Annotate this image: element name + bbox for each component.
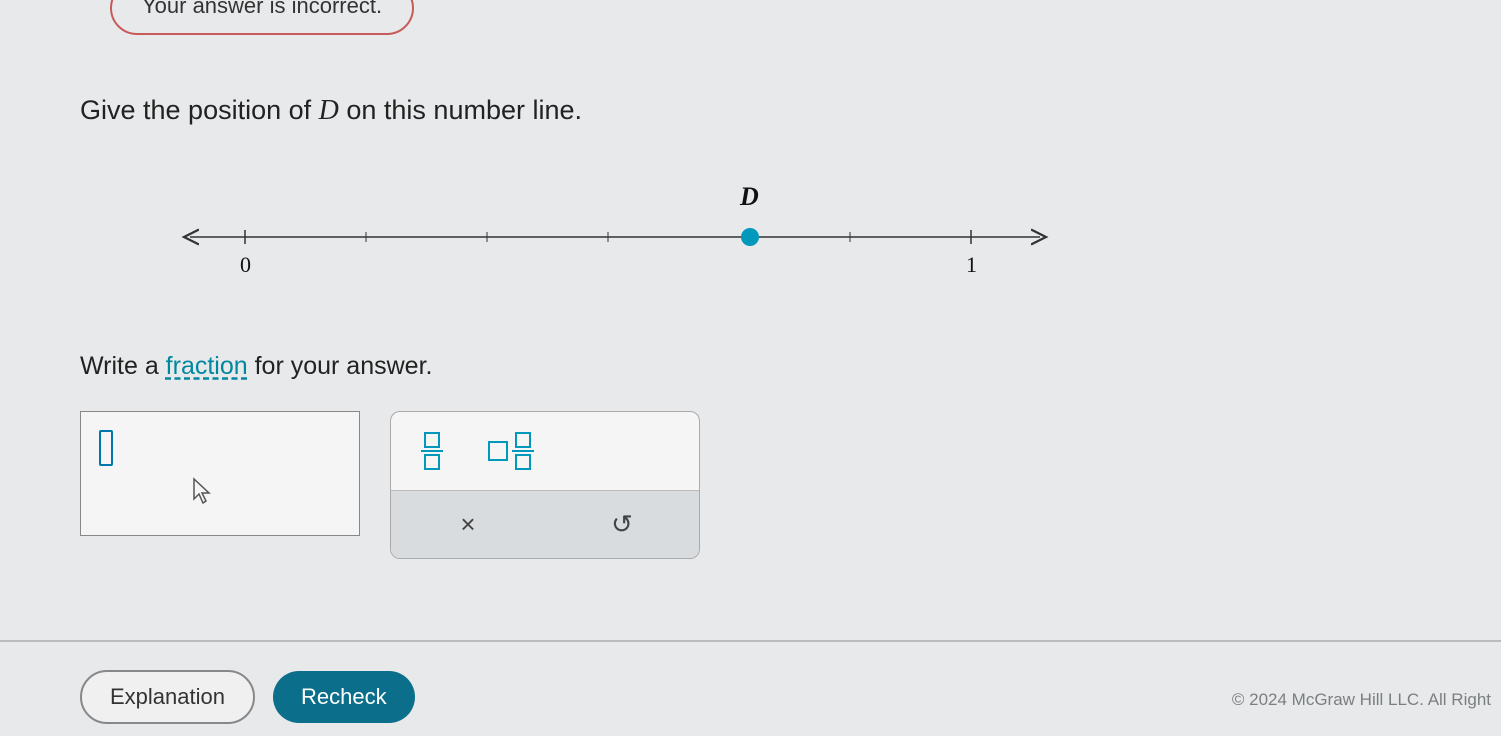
point-d-marker [741,228,759,246]
fraction-icon [512,432,534,470]
instruction-prefix: Write a [80,352,166,380]
answer-input[interactable] [80,411,360,536]
section-divider [0,640,1501,642]
feedback-banner: Your answer is incorrect. [110,0,414,35]
tick-label-end: 1 [966,252,977,278]
recheck-label: Recheck [301,684,387,709]
fraction-icon [421,432,443,470]
explanation-label: Explanation [110,684,225,709]
point-label: D [740,182,759,212]
number-line: D 0 1 [180,182,1060,292]
question-prompt: Give the position of D on this number li… [80,95,1421,127]
answer-instruction: Write a fraction for your answer. [80,352,1421,381]
instruction-suffix: for your answer. [248,352,433,380]
number-line-svg [180,222,1060,252]
mixed-number-template-button[interactable] [488,432,534,470]
copyright-text: © 2024 McGraw Hill LLC. All Right [1232,690,1491,710]
explanation-button[interactable]: Explanation [80,670,255,724]
tick-label-start: 0 [240,252,251,278]
math-tool-panel: × ↺ [390,411,700,559]
undo-button[interactable]: ↺ [602,509,642,540]
cursor-arrow-icon [191,477,215,512]
clear-button[interactable]: × [448,509,488,540]
feedback-text: Your answer is incorrect. [142,0,382,18]
x-icon: × [460,509,475,539]
question-suffix: on this number line. [339,95,582,125]
question-variable: D [319,95,339,126]
undo-icon: ↺ [611,509,633,539]
recheck-button[interactable]: Recheck [273,671,415,723]
whole-box-icon [488,441,508,461]
fraction-link[interactable]: fraction [166,352,248,380]
fraction-template-button[interactable] [421,432,443,470]
question-prefix: Give the position of [80,95,319,125]
input-cursor [99,430,113,466]
